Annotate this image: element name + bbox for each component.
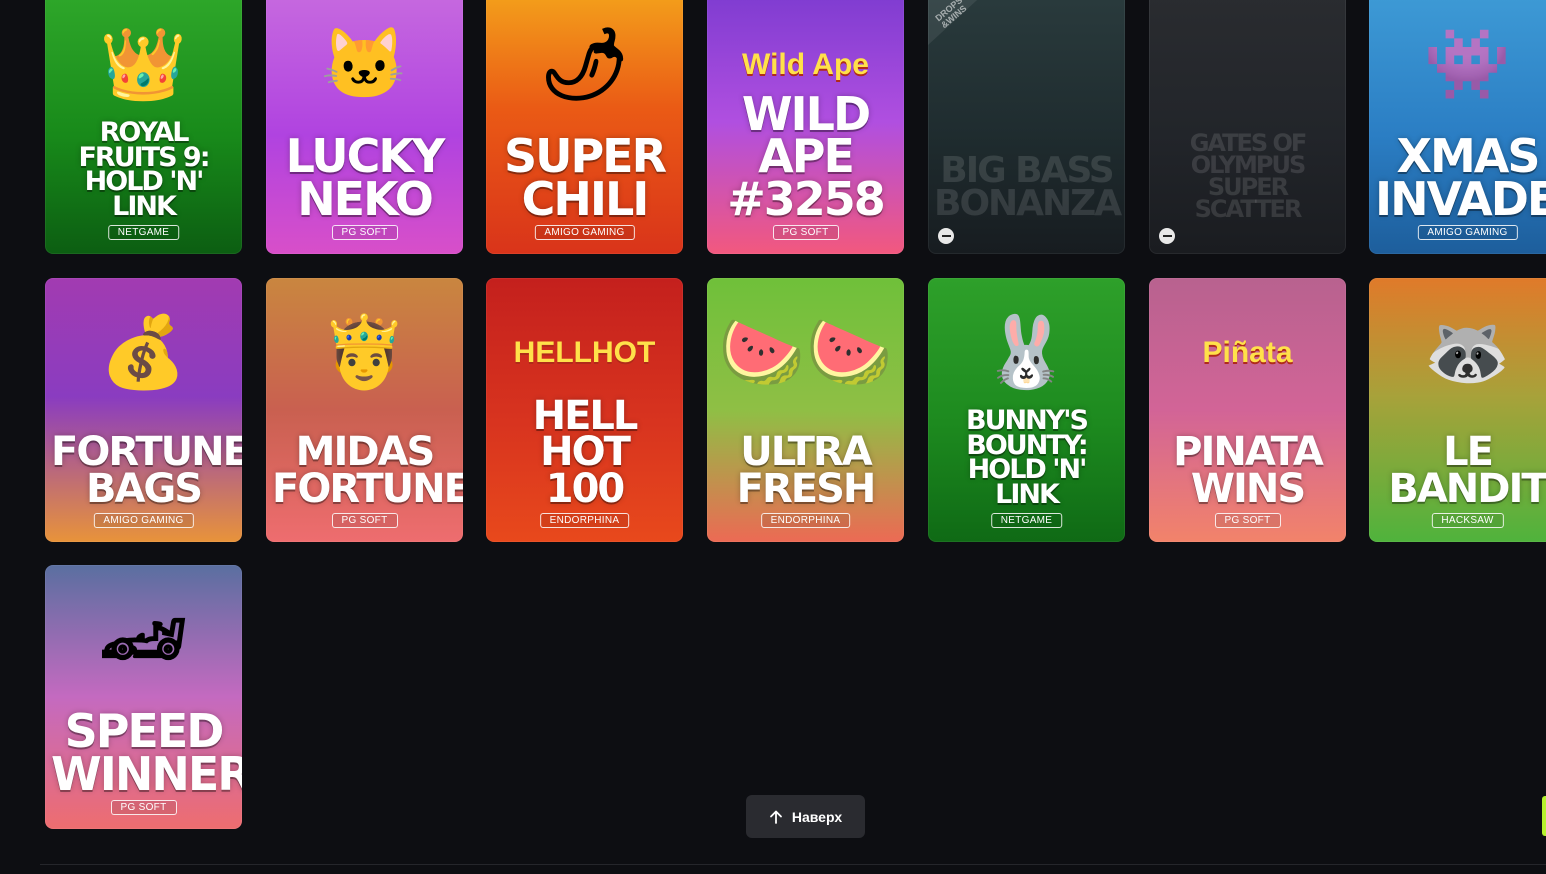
king-midas-icon: 🤴	[320, 313, 409, 391]
zeus-icon	[1149, 0, 1346, 140]
watermelon-icon: 🍉🍉	[718, 313, 893, 391]
provider-badge: AMIGO GAMING	[1417, 225, 1518, 240]
coin-bag-icon: 💰	[99, 313, 188, 391]
game-title: BUNNY'S BOUNTY: HOLD 'N' LINK	[966, 404, 1089, 511]
raccoon-bandit-icon: 🦝	[1423, 313, 1512, 391]
game-card[interactable]: BIG BASS BONANZA DROPS &WINS	[928, 0, 1125, 254]
unavailable-icon	[938, 228, 954, 244]
game-title: ULTRA FRESH	[736, 429, 877, 513]
provider-badge: PG SOFT	[1214, 513, 1281, 528]
provider-badge: PG SOFT	[331, 225, 398, 240]
game-grid: 👑 ROYAL FRUITS 9: HOLD 'N' LINK NETGAME 🐱 LU…	[0, 0, 1546, 874]
game-card[interactable]: 🐱 LUCKY NEKO PG SOFT	[266, 0, 463, 254]
game-card[interactable]: HELLHOT HELL HOT 100 ENDORPHINA	[486, 278, 683, 542]
game-title: MIDAS FORTUNE	[272, 429, 463, 513]
game-title: SPEED WINNER	[51, 704, 242, 801]
provider-badge: HACKSAW	[1431, 513, 1504, 528]
provider-badge: PG SOFT	[110, 800, 177, 815]
provider-badge: NETGAME	[990, 513, 1063, 528]
game-card[interactable]: 👾 XMAS INVADERSAMIGO GAMING	[1369, 0, 1546, 254]
alien-monster-icon: 👾	[1423, 25, 1512, 103]
provider-badge: ENDORPHINA	[539, 513, 630, 528]
arrow-up-icon	[769, 810, 782, 824]
side-widget-tab[interactable]	[1542, 796, 1546, 836]
game-title: LE BANDIT	[1388, 429, 1546, 513]
game-title: XMAS INVADERS	[1375, 129, 1546, 226]
provider-badge: AMIGO GAMING	[93, 513, 194, 528]
game-title: HELL HOT 100	[532, 392, 639, 513]
fisherman-icon	[928, 0, 1125, 140]
footer-divider	[40, 864, 1546, 865]
provider-badge: AMIGO GAMING	[534, 225, 635, 240]
game-card[interactable]: 🦝 LE BANDIT HACKSAW	[1369, 278, 1546, 542]
pinata-logo-icon: Piñata	[1202, 336, 1293, 369]
provider-badge: PG SOFT	[331, 513, 398, 528]
game-title: WILD APE #3258	[727, 87, 886, 226]
provider-badge: PG SOFT	[772, 225, 839, 240]
back-to-top-label: Наверх	[791, 808, 843, 825]
game-card[interactable]: 🌶 SUPER CHILI AMIGO GAMING	[486, 0, 683, 254]
page: 👑 ROYAL FRUITS 9: HOLD 'N' LINK NETGAME 🐱 LU…	[0, 0, 1546, 874]
game-title: SUPER CHILI	[503, 129, 667, 226]
game-title: GATES OF OLYMPUS SUPER SCATTER	[1189, 128, 1308, 223]
game-card[interactable]: 🤴 MIDAS FORTUNE PG SOFT	[266, 278, 463, 542]
unavailable-icon	[1159, 228, 1175, 244]
game-card[interactable]: 🐰 BUNNY'S BOUNTY: HOLD 'N' LINK NETGAME	[928, 278, 1125, 542]
race-car-icon: 🏎	[99, 600, 188, 678]
provider-badge: NETGAME	[107, 225, 180, 240]
game-card[interactable]: 👑 ROYAL FRUITS 9: HOLD 'N' LINK NETGAME	[45, 0, 242, 254]
game-card[interactable]: 💰 FORTUNE BAGS AMIGO GAMING	[45, 278, 242, 542]
game-card[interactable]: 🍉🍉 ULTRA FRESH ENDORPHINA	[707, 278, 904, 542]
game-card[interactable]: 🏎 SPEED WINNER PG SOFT	[45, 565, 242, 829]
game-card[interactable]: GATES OF OLYMPUS SUPER SCATTER	[1149, 0, 1346, 254]
provider-badge: ENDORPHINA	[760, 513, 851, 528]
game-title: FORTUNE BAGS	[51, 429, 242, 513]
game-card[interactable]: Piñata PINATA WINS PG SOFT	[1149, 278, 1346, 542]
back-to-top-button[interactable]: Наверх	[746, 795, 865, 838]
game-title: LUCKY NEKO	[285, 129, 446, 226]
chili-pepper-icon: 🌶	[540, 25, 629, 103]
game-card[interactable]: Wild Ape WILD APE #3258 PG SOFT	[707, 0, 904, 254]
game-title: PINATA WINS	[1173, 429, 1324, 513]
game-title: ROYAL FRUITS 9: HOLD 'N' LINK	[78, 116, 210, 223]
game-title: BIG BASS BONANZA	[934, 149, 1122, 224]
lucky-cat-icon: 🐱	[320, 25, 409, 103]
